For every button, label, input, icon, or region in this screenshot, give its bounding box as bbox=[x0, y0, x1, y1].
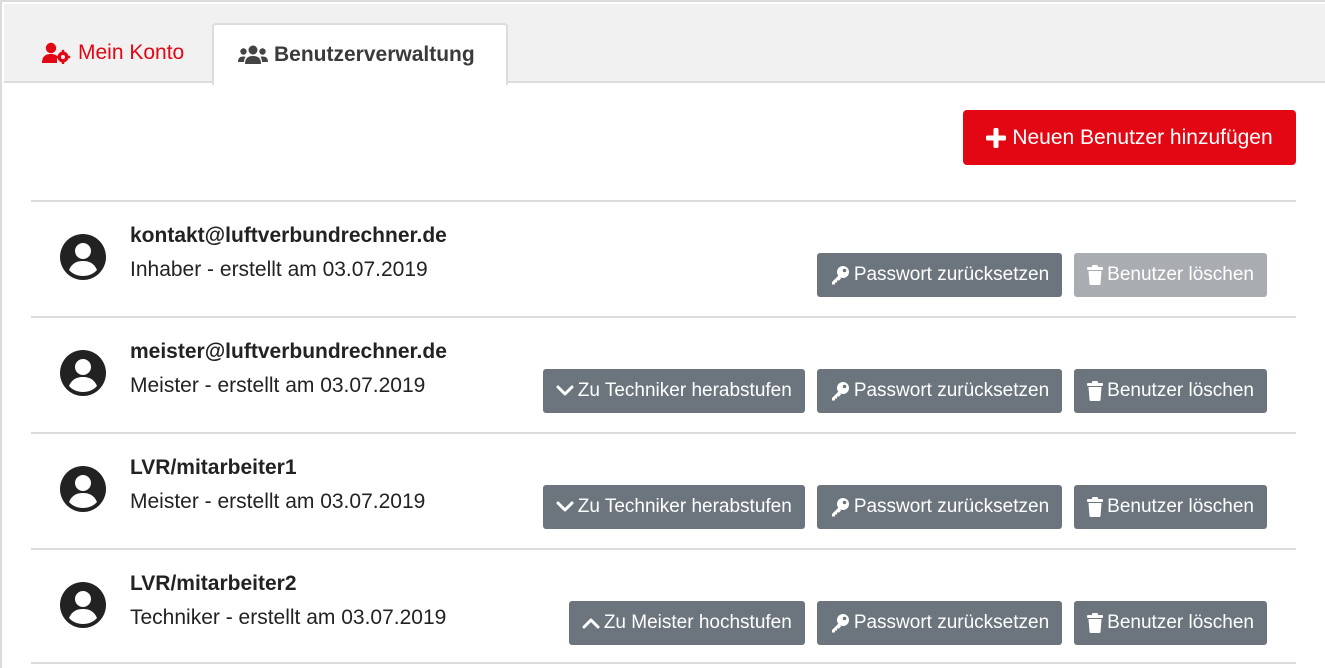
tab-label: Mein Konto bbox=[78, 41, 185, 64]
reset-password-label: Passwort zurücksetzen bbox=[853, 612, 1050, 633]
user-name: LVR/mitarbeiter1 bbox=[130, 456, 297, 479]
user-actions: Zu Techniker herabstufen Passwort zurück… bbox=[542, 485, 1267, 529]
trash-icon bbox=[1087, 381, 1107, 401]
role-action-label: Zu Techniker herabstufen bbox=[577, 380, 792, 401]
delete-user-button[interactable]: Benutzer löschen bbox=[1074, 369, 1267, 413]
user-name: kontakt@luftverbundrechner.de bbox=[130, 224, 447, 247]
delete-user-label: Benutzer löschen bbox=[1107, 496, 1254, 517]
user-actions: Passwort zurücksetzen Benutzer löschen bbox=[816, 253, 1267, 297]
user-actions: Zu Techniker herabstufen Passwort zurück… bbox=[542, 369, 1267, 413]
delete-user-button[interactable]: Benutzer löschen bbox=[1074, 601, 1267, 645]
reset-password-button[interactable]: Passwort zurücksetzen bbox=[816, 485, 1063, 529]
add-user-button[interactable]: Neuen Benutzer hinzufügen bbox=[963, 110, 1296, 165]
reset-password-label: Passwort zurücksetzen bbox=[853, 496, 1050, 517]
user-cog-icon bbox=[42, 42, 71, 64]
plus-icon bbox=[986, 127, 1007, 148]
key-icon bbox=[830, 381, 854, 401]
delete-user-label: Benutzer löschen bbox=[1107, 264, 1254, 285]
user-row: kontakt@luftverbundrechner.de Inhaber - … bbox=[31, 200, 1296, 316]
user-meta: Meister - erstellt am 03.07.2019 bbox=[130, 490, 426, 513]
add-user-label: Neuen Benutzer hinzufügen bbox=[1012, 125, 1273, 149]
delete-user-button[interactable]: Benutzer löschen bbox=[1074, 485, 1267, 529]
users-icon bbox=[238, 45, 268, 64]
user-avatar-icon bbox=[60, 466, 106, 512]
key-icon bbox=[830, 265, 854, 285]
user-avatar-icon bbox=[60, 350, 106, 396]
reset-password-button[interactable]: Passwort zurücksetzen bbox=[816, 601, 1063, 645]
chevron-down-icon bbox=[556, 382, 578, 400]
tab-benutzerverwaltung[interactable]: Benutzerverwaltung bbox=[212, 23, 508, 85]
demote-button[interactable]: Zu Techniker herabstufen bbox=[542, 369, 805, 413]
reset-password-label: Passwort zurücksetzen bbox=[853, 380, 1050, 401]
user-row: LVR/mitarbeiter2 Techniker - erstellt am… bbox=[31, 548, 1296, 664]
reset-password-label: Passwort zurücksetzen bbox=[853, 264, 1050, 285]
promote-button[interactable]: Zu Meister hochstufen bbox=[568, 601, 805, 645]
trash-icon bbox=[1087, 497, 1107, 517]
user-list: kontakt@luftverbundrechner.de Inhaber - … bbox=[31, 200, 1296, 664]
trash-icon bbox=[1087, 613, 1107, 633]
user-name: LVR/mitarbeiter2 bbox=[130, 572, 297, 595]
user-avatar-icon bbox=[60, 582, 106, 628]
delete-user-label: Benutzer löschen bbox=[1107, 380, 1254, 401]
user-row: meister@luftverbundrechner.de Meister - … bbox=[31, 316, 1296, 432]
tab-mein-konto[interactable]: Mein Konto bbox=[42, 23, 184, 83]
reset-password-button[interactable]: Passwort zurücksetzen bbox=[816, 369, 1063, 413]
key-icon bbox=[830, 497, 854, 517]
key-icon bbox=[830, 613, 854, 633]
delete-user-label: Benutzer löschen bbox=[1107, 612, 1254, 633]
tab-label: Benutzerverwaltung bbox=[274, 43, 475, 66]
role-action-label: Zu Meister hochstufen bbox=[603, 612, 792, 633]
role-action-label: Zu Techniker herabstufen bbox=[577, 496, 792, 517]
trash-icon bbox=[1087, 265, 1107, 285]
delete-user-button: Benutzer löschen bbox=[1074, 253, 1267, 297]
user-name: meister@luftverbundrechner.de bbox=[130, 340, 447, 363]
user-meta: Meister - erstellt am 03.07.2019 bbox=[130, 374, 426, 397]
demote-button[interactable]: Zu Techniker herabstufen bbox=[542, 485, 805, 529]
user-row: LVR/mitarbeiter1 Meister - erstellt am 0… bbox=[31, 432, 1296, 548]
user-actions: Zu Meister hochstufen Passwort zurückset… bbox=[568, 601, 1267, 645]
chevron-up-icon bbox=[582, 614, 604, 632]
chevron-down-icon bbox=[556, 498, 578, 516]
user-meta: Techniker - erstellt am 03.07.2019 bbox=[130, 606, 447, 629]
user-meta: Inhaber - erstellt am 03.07.2019 bbox=[130, 258, 428, 281]
user-avatar-icon bbox=[60, 234, 106, 280]
reset-password-button[interactable]: Passwort zurücksetzen bbox=[816, 253, 1063, 297]
tab-bar: Mein Konto Benutzerverwaltung bbox=[4, 4, 1325, 85]
